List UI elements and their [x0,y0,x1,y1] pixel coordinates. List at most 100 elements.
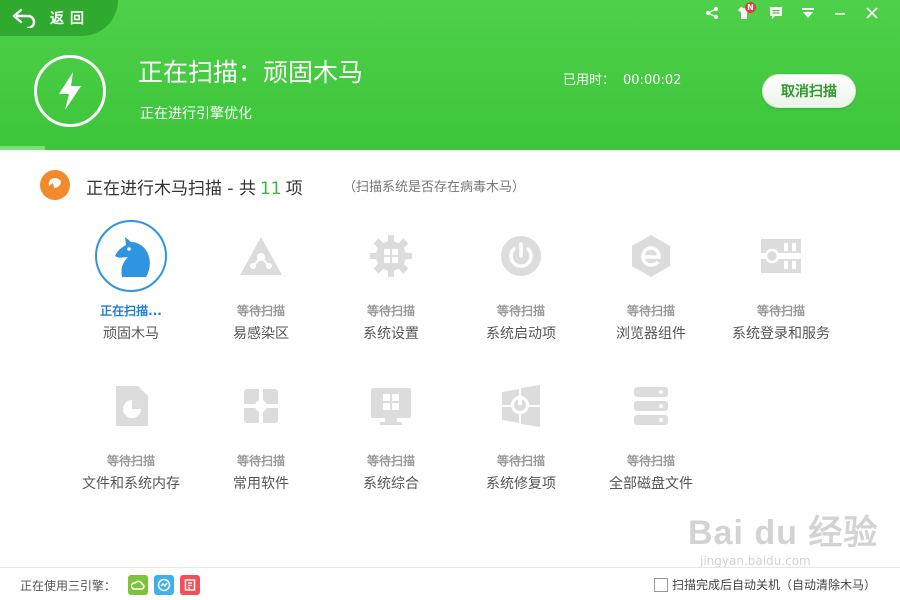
item-status: 等待扫描 [366,454,415,468]
item-status: 等待扫描 [626,304,675,318]
elapsed-value: 00:00:02 [623,73,682,88]
scan-item-all-disks: 等待扫描 全部磁盘文件 [586,370,716,493]
disk-stack-icon [634,387,668,425]
cloud-engine-icon [131,580,145,590]
back-label: 返回 [50,11,90,27]
scan-window: 返回 N 正在扫描：顽固木马 正在进行引擎优化 已用时： 00:00:02 取消… [0,0,900,600]
item-name: 全部磁盘文件 [609,476,693,492]
item-icon-wrap [225,370,297,442]
baidu-watermark: Bai du 经验 jingyan.baidu.com [688,505,878,568]
item-name: 浏览器组件 [616,326,686,342]
scan-subtitle: 正在进行引擎优化 [140,106,252,122]
item-status: 等待扫描 [496,454,545,468]
repair-windows-icon [502,385,540,427]
qvm-engine-button[interactable] [154,575,174,595]
close-icon [866,7,878,19]
item-icon-wrap [95,370,167,442]
scan-item-startup: 等待扫描 系统启动项 [456,220,586,343]
status-footer: 正在使用三引擎： 扫描完成后自动关机（自动清除木马） [0,567,900,600]
skin-button[interactable]: N [728,2,760,22]
section-prefix: 正在进行木马扫描 - 共 [86,179,256,199]
back-button[interactable]: 返回 [0,0,118,36]
cloud-engine-button[interactable] [128,575,148,595]
item-status: 等待扫描 [756,304,805,318]
monitor-windows-icon [371,388,411,425]
item-icon-wrap [355,220,427,292]
minimize-icon [835,13,845,15]
trojan-scan-icon [40,170,70,200]
item-icon-wrap [615,220,687,292]
scan-item-browser-components: 等待扫描 浏览器组件 [586,220,716,343]
horse-icon [115,237,150,277]
scan-item-infection-zone: 等待扫描 易感染区 [196,220,326,343]
new-badge: N [745,2,756,13]
item-name: 系统登录和服务 [732,326,830,342]
scan-item-common-software: 等待扫描 常用软件 [196,370,326,493]
power-icon [501,236,541,276]
item-name: 系统设置 [363,326,419,342]
item-icon-wrap [745,220,817,292]
item-status: 正在扫描... [100,304,162,318]
minimize-button[interactable] [824,4,856,22]
section-title: 正在进行木马扫描 - 共 11 项 [86,174,303,199]
share-icon [706,7,718,19]
item-icon-wrap [485,370,557,442]
window-controls: N [696,2,888,22]
item-name: 系统启动项 [486,326,556,342]
item-name: 系统综合 [363,476,419,492]
item-name: 系统修复项 [486,476,556,492]
message-icon [770,7,782,19]
item-icon-wrap [615,370,687,442]
item-name: 顽固木马 [103,326,159,342]
elapsed-time: 已用时： 00:00:02 [563,69,681,88]
engine-label: 正在使用三引擎： [20,579,117,593]
item-status: 等待扫描 [496,304,545,318]
scan-item-system-repair: 等待扫描 系统修复项 [456,370,586,493]
menu-down-icon [802,8,814,18]
auto-shutdown-checkbox[interactable] [654,577,668,592]
item-status: 等待扫描 [236,454,285,468]
menu-button[interactable] [792,4,824,22]
scan-title: 正在扫描：顽固木马 [138,58,364,87]
cancel-scan-button[interactable]: 取消扫描 [762,74,856,108]
item-status: 等待扫描 [366,304,415,318]
item-name: 易感染区 [233,326,289,342]
bitdefender-engine-icon [184,579,196,591]
scan-item-login-services: 等待扫描 系统登录和服务 [716,220,846,343]
lightning-icon [59,72,81,110]
scan-item-files-memory: 等待扫描 文件和系统内存 [66,370,196,493]
section-suffix: 项 [285,179,303,199]
scan-header: 返回 N 正在扫描：顽固木马 正在进行引擎优化 已用时： 00:00:02 取消… [0,0,900,150]
warning-triangle-icon [240,237,282,275]
section-hint: （扫描系统是否存在病毒木马） [343,180,526,195]
puzzle-icon [241,386,281,426]
item-name: 常用软件 [233,476,289,492]
feedback-button[interactable] [760,4,792,22]
elapsed-label: 已用时： [563,73,616,88]
scan-status-circle [34,55,106,127]
auto-shutdown-label[interactable]: 扫描完成后自动关机（自动清除木马） [672,576,876,593]
file-pie-icon [116,386,148,426]
item-icon-wrap [95,220,167,292]
bitdefender-engine-button[interactable] [180,575,200,595]
share-button[interactable] [696,4,728,22]
auto-shutdown-option[interactable]: 扫描完成后自动关机（自动清除木马） [654,576,876,593]
back-arrow-icon [12,8,36,28]
scan-item-system-settings: 等待扫描 系统设置 [326,220,456,343]
item-icon-wrap [225,220,297,292]
item-icon-wrap [355,370,427,442]
watermark-url: jingyan.baidu.com [700,554,811,568]
item-status: 等待扫描 [236,304,285,318]
item-status: 等待扫描 [626,454,675,468]
scan-progress-fill [0,146,45,150]
scan-item-system-general: 等待扫描 系统综合 [326,370,456,493]
qvm-engine-icon [157,578,171,592]
scan-item-trojan: 正在扫描... 顽固木马 [66,220,196,343]
close-button[interactable] [856,4,888,22]
item-count: 11 [259,179,282,199]
item-name: 文件和系统内存 [82,476,180,492]
gear-windows-icon [370,235,412,277]
scan-progress-bar [0,146,900,150]
item-icon-wrap [485,220,557,292]
watermark-main: Bai du 经验 [688,514,879,552]
